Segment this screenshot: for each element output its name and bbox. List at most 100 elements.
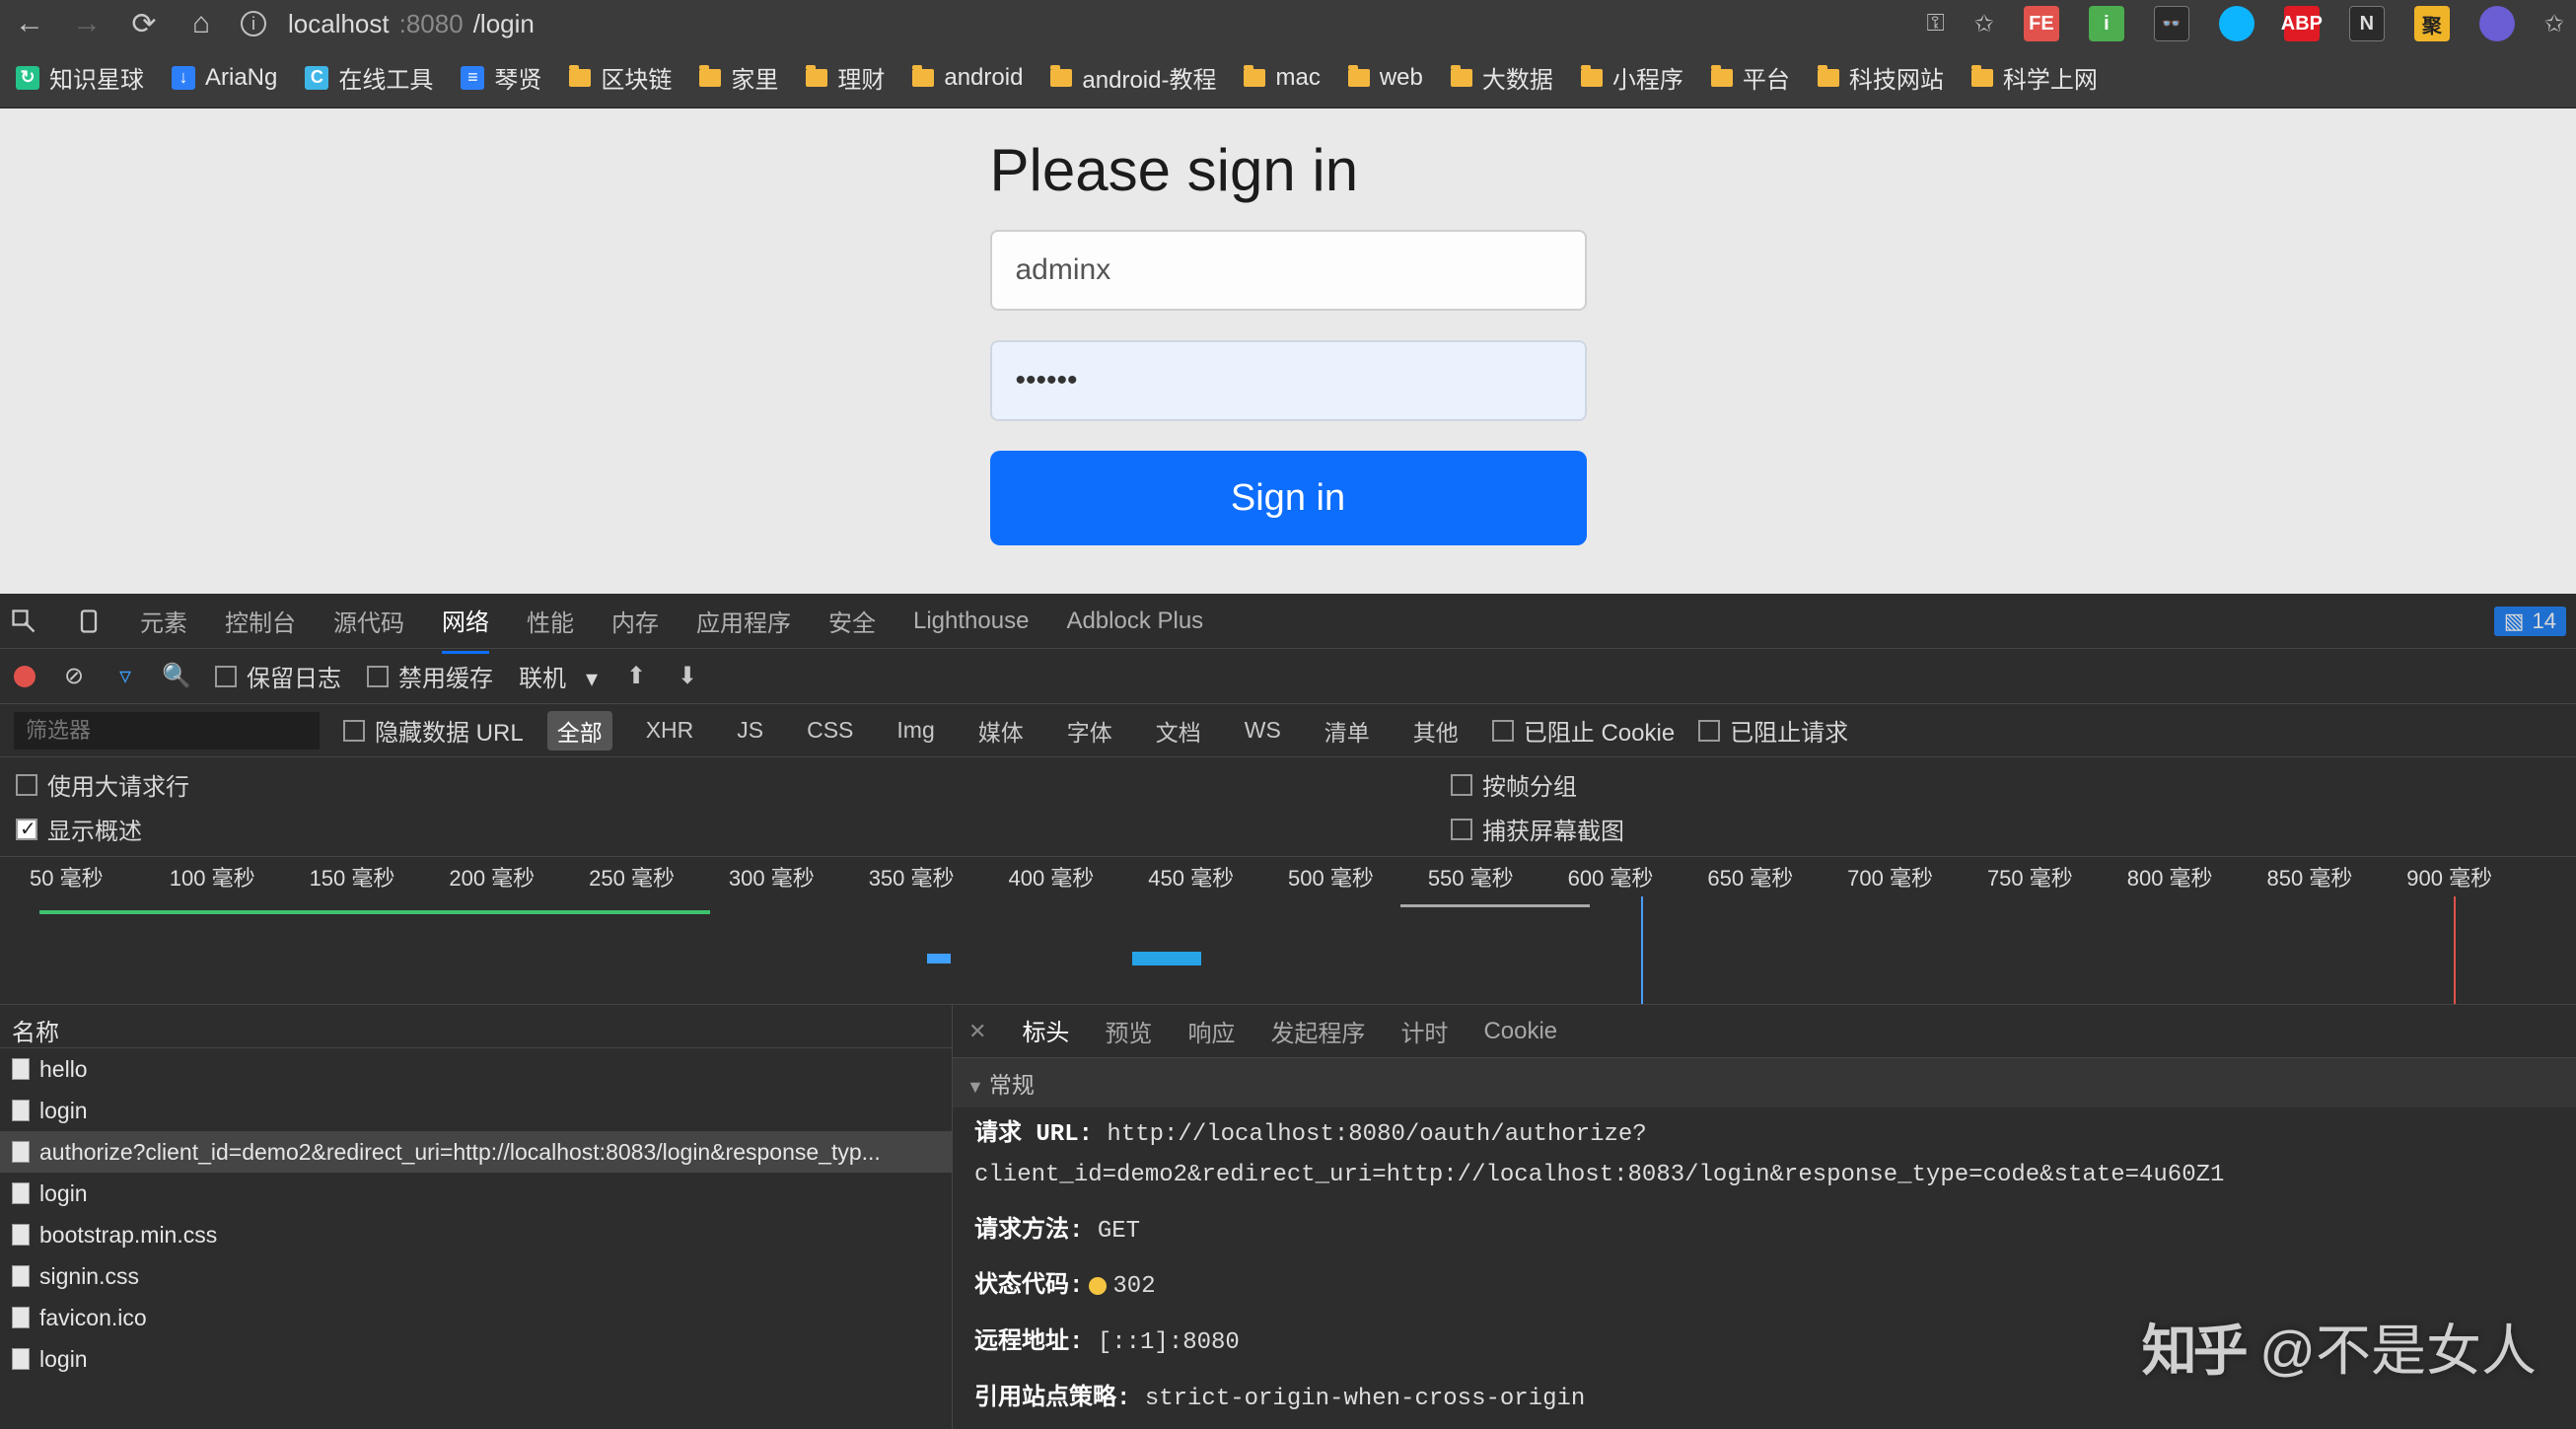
general-section-header[interactable]: 常规	[953, 1058, 2576, 1107]
filter-input[interactable]	[14, 712, 320, 750]
filter-tag[interactable]: 清单	[1315, 711, 1380, 750]
filter-tag[interactable]: XHR	[636, 714, 704, 747]
timeline-tick: 800 毫秒	[2127, 861, 2267, 893]
column-name[interactable]: 名称	[0, 1005, 952, 1048]
bookmark-item[interactable]: web	[1348, 64, 1423, 92]
request-row[interactable]: favicon.ico	[0, 1297, 952, 1338]
detail-tab[interactable]: 响应	[1187, 1002, 1235, 1060]
request-row[interactable]: login	[0, 1173, 952, 1214]
add-favorite-icon[interactable]: ✩	[2544, 10, 2564, 38]
filter-icon[interactable]: ▿	[112, 664, 138, 689]
bookmark-item[interactable]: 平台	[1711, 60, 1790, 95]
detail-tab[interactable]: 预览	[1105, 1002, 1152, 1060]
throttling-select[interactable]: 联机 ▾	[519, 659, 598, 693]
group-by-frame-checkbox[interactable]: 按帧分组	[1451, 767, 1624, 802]
use-large-rows-checkbox[interactable]: 使用大请求行	[16, 767, 1419, 802]
issues-badge[interactable]: ▧ 14	[2494, 607, 2566, 636]
bookmark-item[interactable]: 大数据	[1451, 60, 1553, 95]
info-icon[interactable]: i	[241, 11, 266, 36]
devtools-tab[interactable]: 控制台	[225, 590, 296, 652]
inspect-icon[interactable]	[10, 607, 37, 635]
devtools-tab[interactable]: 源代码	[333, 590, 404, 652]
device-icon[interactable]	[75, 607, 103, 635]
signin-button[interactable]: Sign in	[990, 451, 1587, 545]
devtools-tab[interactable]: 元素	[140, 590, 187, 652]
bookmark-label: 大数据	[1482, 60, 1553, 95]
detail-tab[interactable]: Cookie	[1483, 1006, 1557, 1057]
request-row[interactable]: bootstrap.min.css	[0, 1214, 952, 1255]
home-button[interactable]: ⌂	[183, 6, 219, 41]
devtools-tab[interactable]: 安全	[828, 590, 876, 652]
bookmark-item[interactable]: android	[912, 64, 1023, 92]
clear-icon[interactable]: ⊘	[61, 664, 87, 689]
ext-abp-icon[interactable]: ABP	[2284, 6, 2320, 41]
page-title: Please sign in	[990, 136, 1587, 204]
detail-tab[interactable]: 标头	[1022, 1001, 1069, 1062]
request-row[interactable]: hello	[0, 1048, 952, 1090]
favorite-icon[interactable]: ✩	[1974, 10, 1994, 38]
download-icon[interactable]: ⬇	[675, 664, 700, 689]
ext-notion-icon[interactable]: N	[2349, 6, 2385, 41]
bookmark-item[interactable]: 区块链	[569, 60, 672, 95]
request-row[interactable]: login	[0, 1338, 952, 1380]
bookmark-item[interactable]: 家里	[699, 60, 778, 95]
bookmark-item[interactable]: 理财	[806, 60, 885, 95]
bookmark-item[interactable]: 科技网站	[1818, 60, 1944, 95]
capture-screenshot-checkbox[interactable]: 捕获屏幕截图	[1451, 812, 1624, 846]
filter-tag[interactable]: Img	[887, 714, 944, 747]
filter-tag[interactable]: 字体	[1057, 711, 1122, 750]
ext-s-icon[interactable]	[2479, 6, 2515, 41]
password-field[interactable]	[990, 340, 1587, 421]
folder-icon	[912, 69, 934, 87]
detail-tab[interactable]: 发起程序	[1270, 1002, 1365, 1060]
filter-tag[interactable]: 全部	[547, 711, 612, 750]
key-icon[interactable]: ⚿	[1927, 10, 1945, 37]
devtools-tab[interactable]: Adblock Plus	[1066, 594, 1203, 649]
preserve-log-checkbox[interactable]: 保留日志	[215, 659, 341, 693]
ext-circle-icon[interactable]	[2219, 6, 2254, 41]
search-icon[interactable]: 🔍	[164, 664, 189, 689]
hide-data-url-checkbox[interactable]: 隐藏数据 URL	[343, 713, 524, 748]
request-row[interactable]: authorize?client_id=demo2&redirect_uri=h…	[0, 1131, 952, 1173]
bookmark-item[interactable]: C在线工具	[305, 60, 433, 95]
blocked-request-checkbox[interactable]: 已阻止请求	[1698, 713, 1848, 748]
bookmark-item[interactable]: 科学上网	[1971, 60, 2098, 95]
devtools-tab[interactable]: 性能	[527, 590, 574, 652]
back-button[interactable]: ←	[12, 6, 47, 41]
ext-ju-icon[interactable]: 聚	[2414, 6, 2450, 41]
bookmark-item[interactable]: mac	[1244, 64, 1320, 92]
filter-tag[interactable]: CSS	[797, 714, 863, 747]
disable-cache-checkbox[interactable]: 禁用缓存	[367, 659, 493, 693]
blocked-cookie-checkbox[interactable]: 已阻止 Cookie	[1492, 713, 1675, 748]
show-overview-checkbox[interactable]: 显示概述	[16, 812, 1419, 846]
bookmark-item[interactable]: ≡琴贤	[461, 60, 541, 95]
filter-tag[interactable]: JS	[727, 714, 773, 747]
devtools-tab[interactable]: 应用程序	[696, 590, 791, 652]
bookmark-item[interactable]: android-教程	[1050, 60, 1216, 95]
username-field[interactable]	[990, 230, 1587, 311]
ext-fe-icon[interactable]: FE	[2024, 6, 2059, 41]
request-row[interactable]: login	[0, 1090, 952, 1131]
upload-icon[interactable]: ⬆	[623, 664, 649, 689]
filter-tag[interactable]: WS	[1235, 714, 1291, 747]
devtools-tab[interactable]: Lighthouse	[913, 594, 1029, 649]
filter-tag[interactable]: 文档	[1146, 711, 1211, 750]
status-dot-icon	[1089, 1277, 1107, 1295]
reload-button[interactable]: ⟳	[126, 6, 162, 41]
network-timeline[interactable]: 50 毫秒100 毫秒150 毫秒200 毫秒250 毫秒300 毫秒350 毫…	[0, 857, 2576, 1005]
bookmark-item[interactable]: 小程序	[1581, 60, 1683, 95]
devtools-tab[interactable]: 内存	[611, 590, 659, 652]
bookmark-item[interactable]: ↓AriaNg	[172, 64, 277, 92]
ext-glasses-icon[interactable]: 👓	[2154, 6, 2189, 41]
close-detail-button[interactable]: ✕	[968, 1019, 986, 1044]
record-button[interactable]	[14, 666, 36, 687]
filter-tag[interactable]: 其他	[1403, 711, 1468, 750]
filter-tag[interactable]: 媒体	[968, 711, 1034, 750]
devtools-tab[interactable]: 网络	[442, 589, 489, 654]
bookmark-item[interactable]: ↻知识星球	[16, 60, 144, 95]
request-row[interactable]: signin.css	[0, 1255, 952, 1297]
detail-tab[interactable]: 计时	[1400, 1002, 1448, 1060]
forward-button[interactable]: →	[69, 6, 105, 41]
address-bar[interactable]: localhost:8080/login	[288, 9, 535, 39]
ext-info-icon[interactable]: i	[2089, 6, 2124, 41]
